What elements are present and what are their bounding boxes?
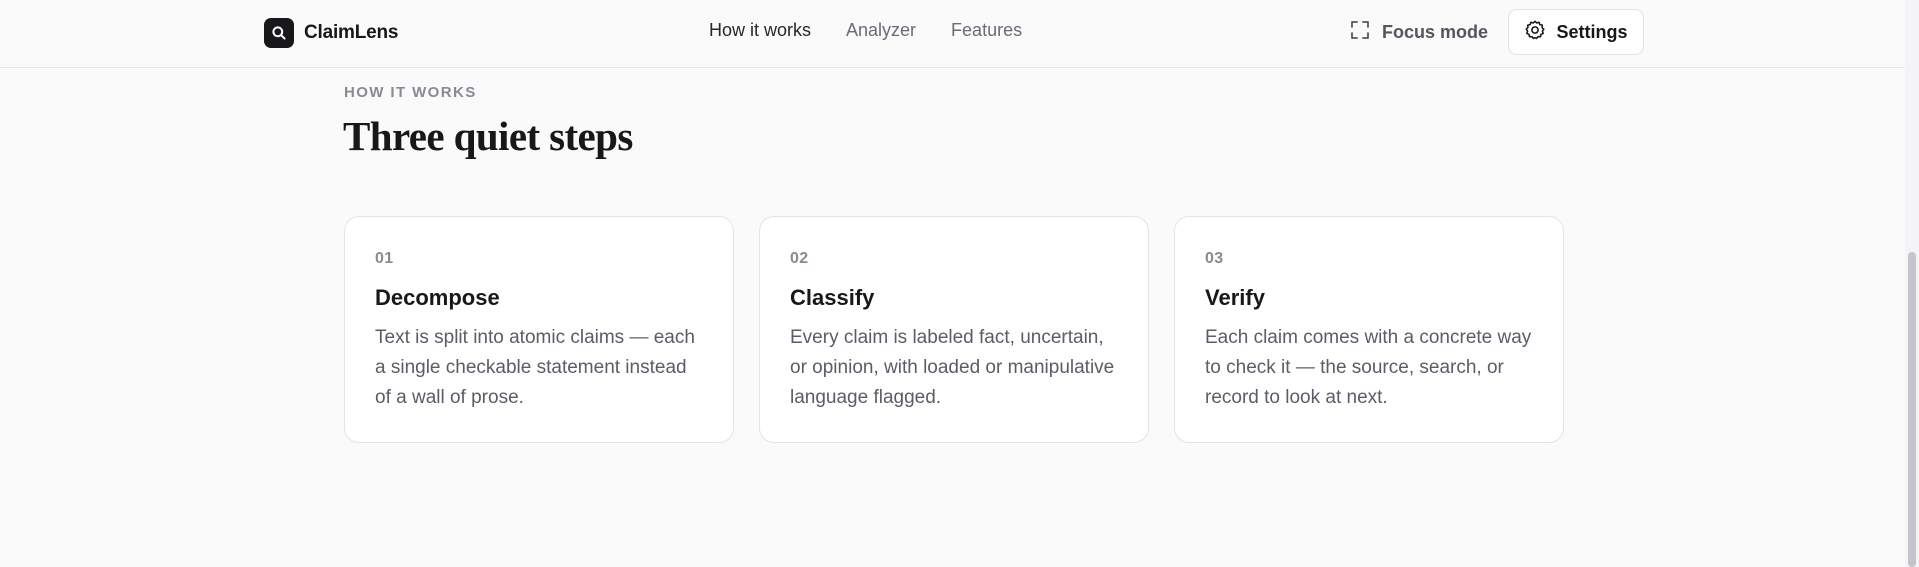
focus-mode-label: Focus mode: [1382, 22, 1489, 42]
step-title: Classify: [790, 285, 875, 310]
gear-icon: [1524, 19, 1546, 46]
settings-button[interactable]: Settings: [1508, 9, 1644, 55]
step-description: Text is split into atomic claims — each …: [375, 327, 695, 408]
search-icon: [264, 18, 294, 48]
brand-link[interactable]: ClaimLens: [264, 18, 398, 48]
step-number: 03: [1205, 250, 1224, 267]
page: ClaimLens How it works Analyzer Features…: [0, 0, 1919, 567]
section-title: Three quiet steps: [343, 113, 633, 159]
step-card-decompose: 01 Decompose Text is split into atomic c…: [344, 216, 734, 443]
settings-label: Settings: [1556, 21, 1628, 42]
step-title: Verify: [1205, 285, 1265, 310]
step-card-classify: 02 Classify Every claim is labeled fact,…: [759, 216, 1149, 443]
scrollbar-thumb[interactable]: [1908, 252, 1916, 567]
vertical-scrollbar[interactable]: [1905, 0, 1919, 567]
focus-mode-button[interactable]: Focus mode: [1350, 20, 1488, 45]
step-number: 01: [375, 250, 394, 267]
section-eyebrow: HOW IT WORKS: [344, 84, 477, 101]
step-description: Every claim is labeled fact, uncertain, …: [790, 327, 1115, 408]
brand-name: ClaimLens: [304, 22, 399, 43]
steps-grid: 01 Decompose Text is split into atomic c…: [344, 216, 1564, 443]
nav-how-it-works[interactable]: How it works: [709, 20, 811, 41]
step-number: 02: [790, 250, 809, 267]
step-title: Decompose: [375, 285, 500, 310]
top-nav-bar: ClaimLens How it works Analyzer Features…: [0, 0, 1919, 68]
nav-analyzer[interactable]: Analyzer: [846, 20, 916, 41]
nav-features[interactable]: Features: [951, 20, 1022, 41]
step-description: Each claim comes with a concrete way to …: [1205, 327, 1532, 408]
main-nav: How it works Analyzer Features: [709, 20, 1022, 41]
step-card-verify: 03 Verify Each claim comes with a concre…: [1174, 216, 1564, 443]
expand-icon: [1350, 20, 1370, 45]
